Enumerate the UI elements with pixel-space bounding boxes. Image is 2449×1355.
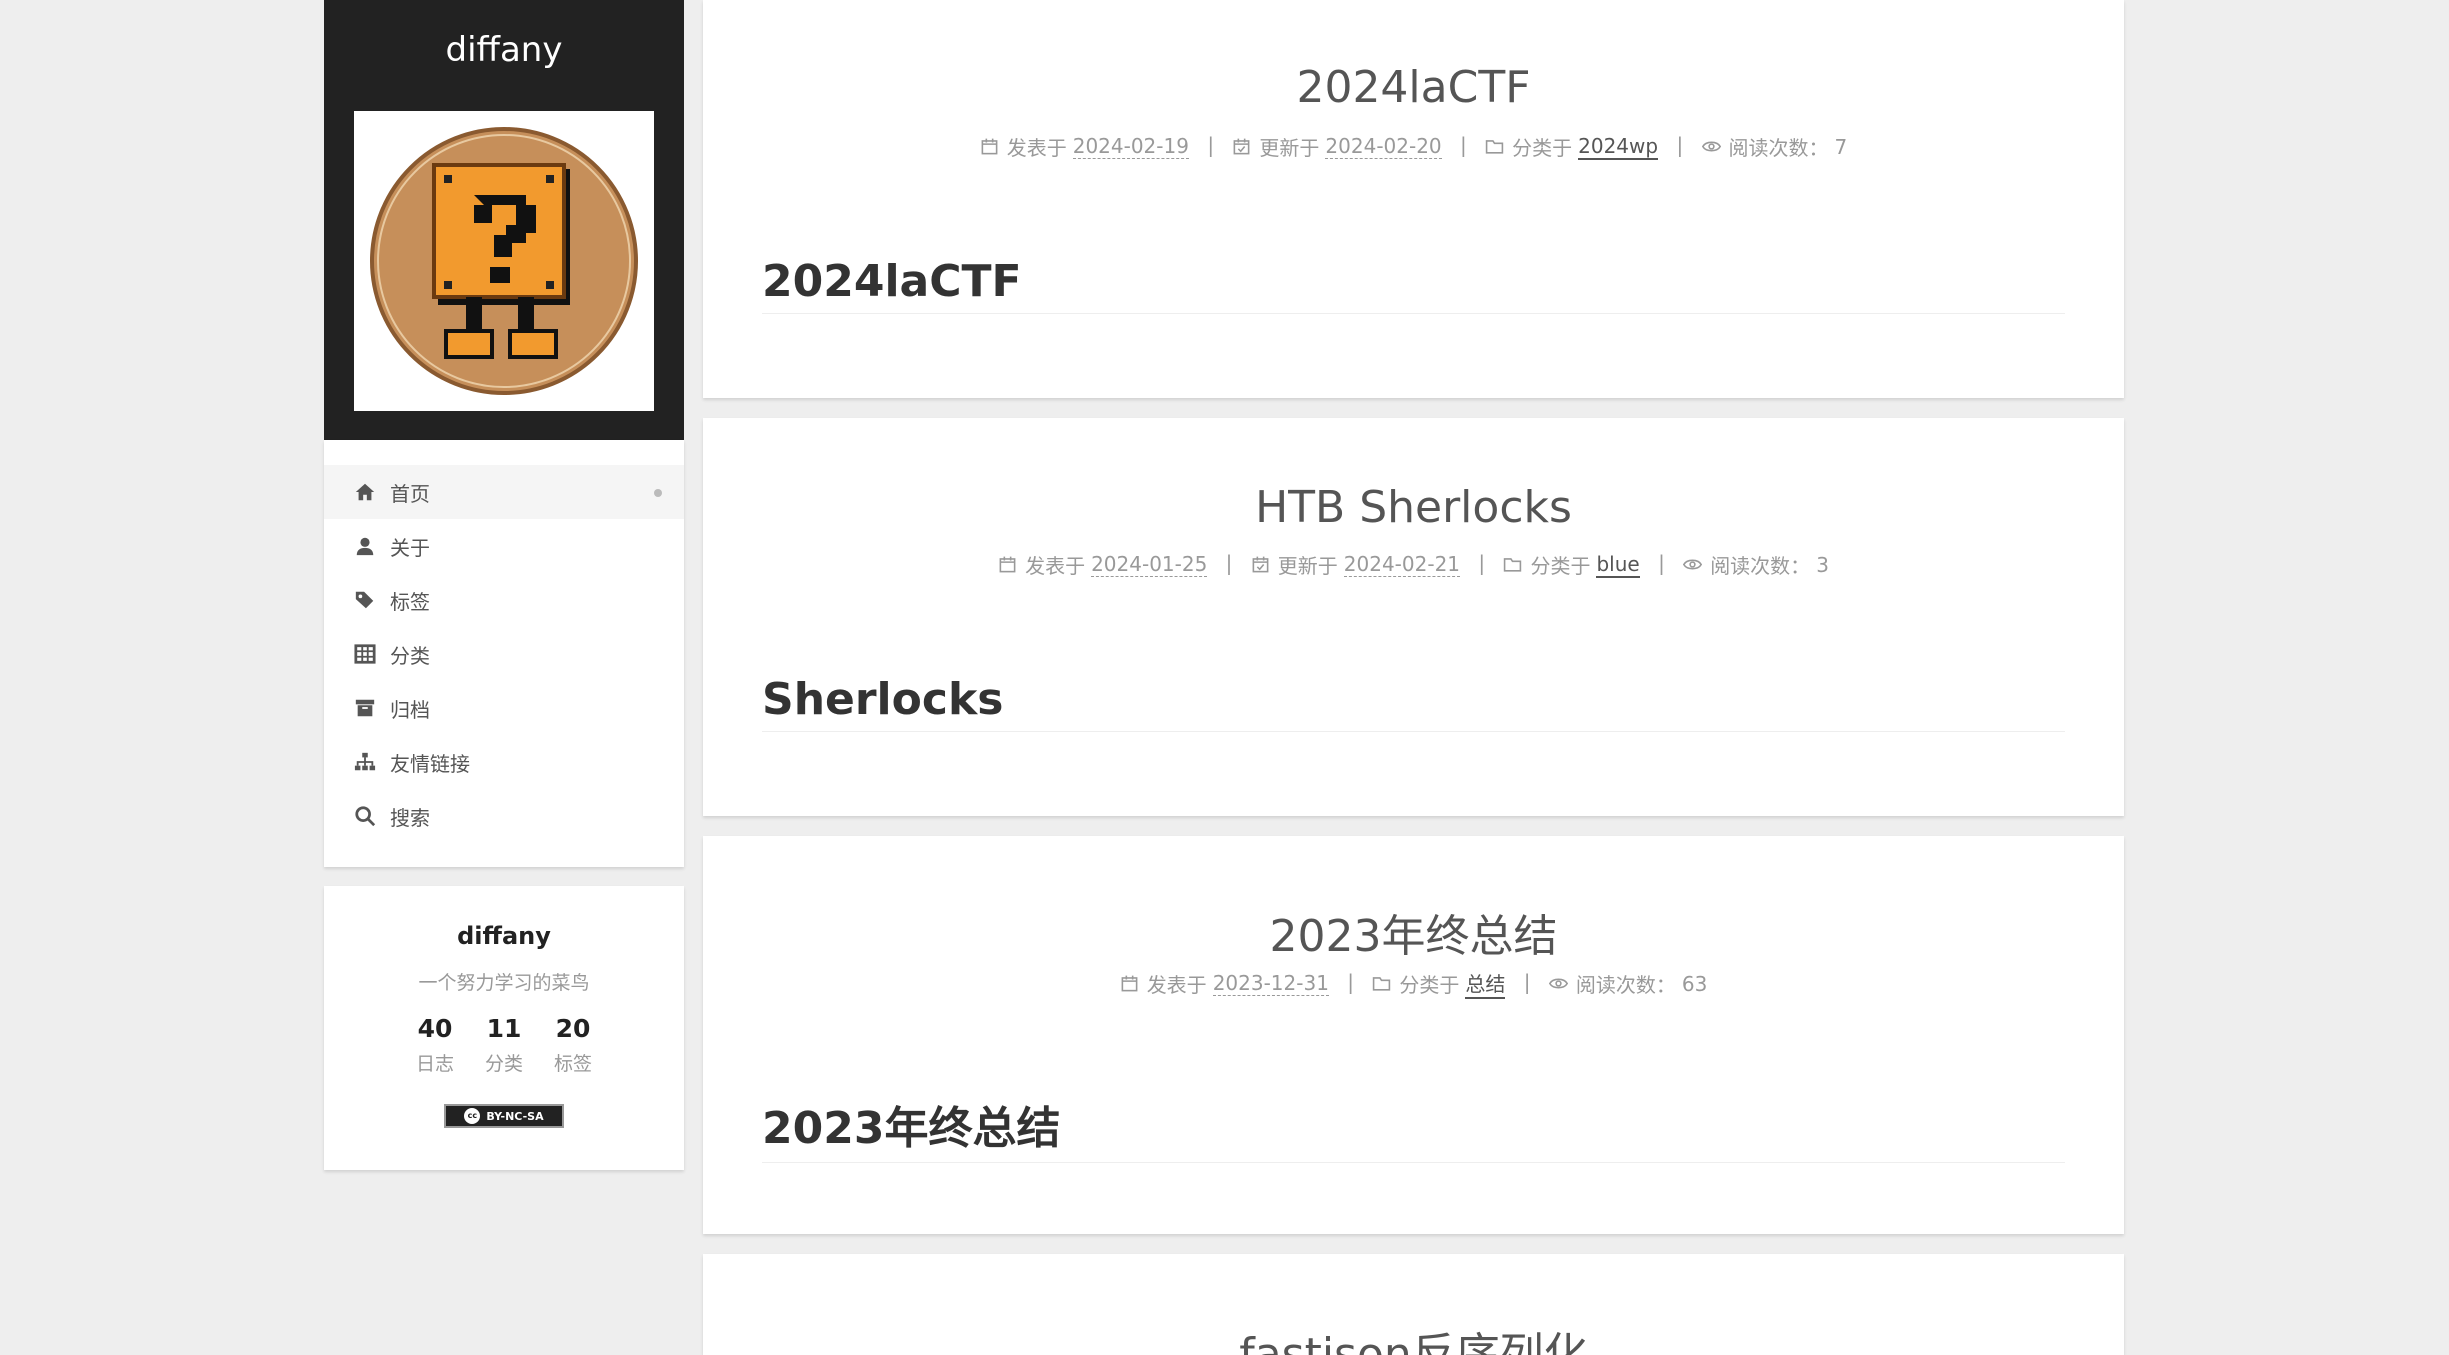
- updated-date[interactable]: 2024-02-20: [1325, 134, 1442, 159]
- meta-separator: |: [1460, 133, 1467, 157]
- post-title[interactable]: 2024laCTF: [703, 62, 2124, 113]
- site-overview: diffany 一个努力学习的菜鸟 40 日志 11 分类 20 标签 cc B…: [324, 886, 684, 1170]
- folder-icon: [1373, 977, 1391, 991]
- tags-icon: [355, 591, 374, 609]
- stat-count: 11: [486, 1014, 522, 1043]
- avatar: [354, 111, 654, 411]
- eye-icon: [1683, 559, 1703, 570]
- post-title[interactable]: 2023年终总结: [703, 900, 2124, 964]
- main-menu: 首页 关于 标签 分类 归档 友情链接 搜索: [324, 440, 684, 867]
- post-meta: 发表于 2024-02-19 | 更新于 2024-02-20 | 分类于 2024w…: [703, 132, 2124, 161]
- menu-item-label: 归档: [390, 697, 430, 722]
- views-label: 阅读次数：: [1728, 136, 1829, 160]
- stat-posts[interactable]: 40 日志: [401, 1014, 470, 1076]
- menu-item-categories[interactable]: 分类: [324, 627, 684, 681]
- stat-tags[interactable]: 20 标签: [539, 1014, 608, 1076]
- posted-label: 发表于: [1025, 554, 1086, 578]
- category-label: 分类于: [1530, 554, 1591, 578]
- license-label: BY-NC-SA: [486, 1109, 544, 1123]
- menu-item-archives[interactable]: 归档: [324, 681, 684, 735]
- site-brand: diffany: [324, 0, 684, 440]
- views-count: 63: [1681, 971, 1708, 996]
- calendar-icon: [999, 556, 1016, 573]
- cc-icon: cc: [464, 1108, 481, 1124]
- updated-label: 更新于: [1277, 554, 1338, 578]
- stat-label: 分类: [484, 1053, 523, 1075]
- menu-item-label: 首页: [390, 481, 430, 506]
- post-card: 2023年终总结 发表于 2023-12-31 | 分类于 总结 | 阅读次数： 63…: [703, 836, 2124, 1234]
- user-icon: [356, 537, 374, 556]
- meta-separator: |: [1225, 551, 1233, 575]
- menu-item-label: 友情链接: [390, 751, 470, 776]
- sidebar: diffany 首页 关于 标签 分类 归档 友情链接 搜索 diffany 一…: [324, 0, 684, 1170]
- folder-icon: [1485, 140, 1504, 154]
- menu-item-label: 搜索: [390, 805, 430, 830]
- calendar-check-icon: [1252, 556, 1269, 573]
- menu-item-tags[interactable]: 标签: [324, 573, 684, 627]
- menu-item-search[interactable]: 搜索: [324, 789, 684, 843]
- stat-label: 日志: [415, 1053, 454, 1075]
- posted-date[interactable]: 2023-12-31: [1212, 971, 1329, 996]
- post-heading: 2023年终总结: [762, 1092, 2065, 1163]
- eye-icon: [1701, 141, 1721, 152]
- active-indicator-dot: [654, 489, 662, 497]
- sitemap-icon: [354, 752, 376, 771]
- post-title[interactable]: HTB Sherlocks: [703, 482, 2124, 533]
- calendar-icon: [981, 138, 998, 155]
- posted-date[interactable]: 2024-01-25: [1091, 552, 1208, 577]
- site-title[interactable]: diffany: [324, 30, 684, 70]
- post-heading: 2024laCTF: [762, 256, 2065, 314]
- post-card: fastjson反序列化: [703, 1254, 2124, 1355]
- stat-count: 40: [417, 1014, 453, 1043]
- menu-item-links[interactable]: 友情链接: [324, 735, 684, 789]
- meta-separator: |: [1523, 970, 1531, 994]
- meta-separator: |: [1207, 133, 1215, 157]
- category-label: 分类于: [1512, 136, 1573, 160]
- category-link[interactable]: 总结: [1465, 968, 1506, 999]
- author-name: diffany: [457, 922, 551, 950]
- search-icon: [355, 806, 376, 827]
- menu-item-label: 标签: [390, 589, 430, 614]
- post-meta: 发表于 2023-12-31 | 分类于 总结 | 阅读次数： 63: [703, 968, 2124, 999]
- author-description: 一个努力学习的菜鸟: [418, 972, 590, 994]
- cc-license-badge[interactable]: cc BY-NC-SA: [444, 1104, 564, 1128]
- question-block-avatar-icon: [370, 127, 638, 395]
- menu-item-about[interactable]: 关于: [324, 519, 684, 573]
- menu-item-home[interactable]: 首页: [324, 465, 684, 519]
- menu-item-label: 关于: [390, 535, 430, 560]
- post-title[interactable]: fastjson反序列化: [703, 1318, 2124, 1355]
- views-count: 7: [1834, 134, 1848, 159]
- archive-icon: [355, 699, 375, 717]
- th-icon: [354, 644, 376, 664]
- calendar-icon: [1121, 975, 1138, 992]
- category-link[interactable]: blue: [1596, 552, 1640, 578]
- updated-label: 更新于: [1259, 136, 1320, 160]
- post-meta: 发表于 2024-01-25 | 更新于 2024-02-21 | 分类于 blue …: [703, 550, 2124, 579]
- views-count: 3: [1816, 552, 1829, 577]
- folder-icon: [1504, 558, 1522, 572]
- post-card: 2024laCTF 发表于 2024-02-19 | 更新于 2024-02-20 …: [703, 0, 2124, 398]
- views-label: 阅读次数：: [1575, 973, 1676, 997]
- stat-count: 20: [555, 1014, 591, 1043]
- post-heading: Sherlocks: [762, 674, 2065, 732]
- home-icon: [355, 483, 375, 501]
- stat-label: 标签: [553, 1053, 592, 1075]
- meta-separator: |: [1478, 551, 1486, 575]
- posted-label: 发表于: [1146, 973, 1207, 997]
- eye-icon: [1548, 978, 1568, 989]
- meta-separator: |: [1658, 551, 1665, 575]
- updated-date[interactable]: 2024-02-21: [1343, 552, 1461, 577]
- category-link[interactable]: 2024wp: [1578, 134, 1659, 160]
- site-stats: 40 日志 11 分类 20 标签: [324, 1014, 684, 1076]
- posted-label: 发表于: [1006, 136, 1067, 160]
- views-label: 阅读次数：: [1710, 554, 1811, 578]
- calendar-check-icon: [1234, 138, 1250, 155]
- post-card: HTB Sherlocks 发表于 2024-01-25 | 更新于 2024-02…: [703, 418, 2124, 816]
- category-label: 分类于: [1399, 973, 1460, 997]
- stat-categories[interactable]: 11 分类: [470, 1014, 539, 1076]
- meta-separator: |: [1347, 970, 1355, 994]
- meta-separator: |: [1676, 133, 1684, 157]
- menu-item-label: 分类: [390, 643, 430, 668]
- posted-date[interactable]: 2024-02-19: [1072, 134, 1189, 159]
